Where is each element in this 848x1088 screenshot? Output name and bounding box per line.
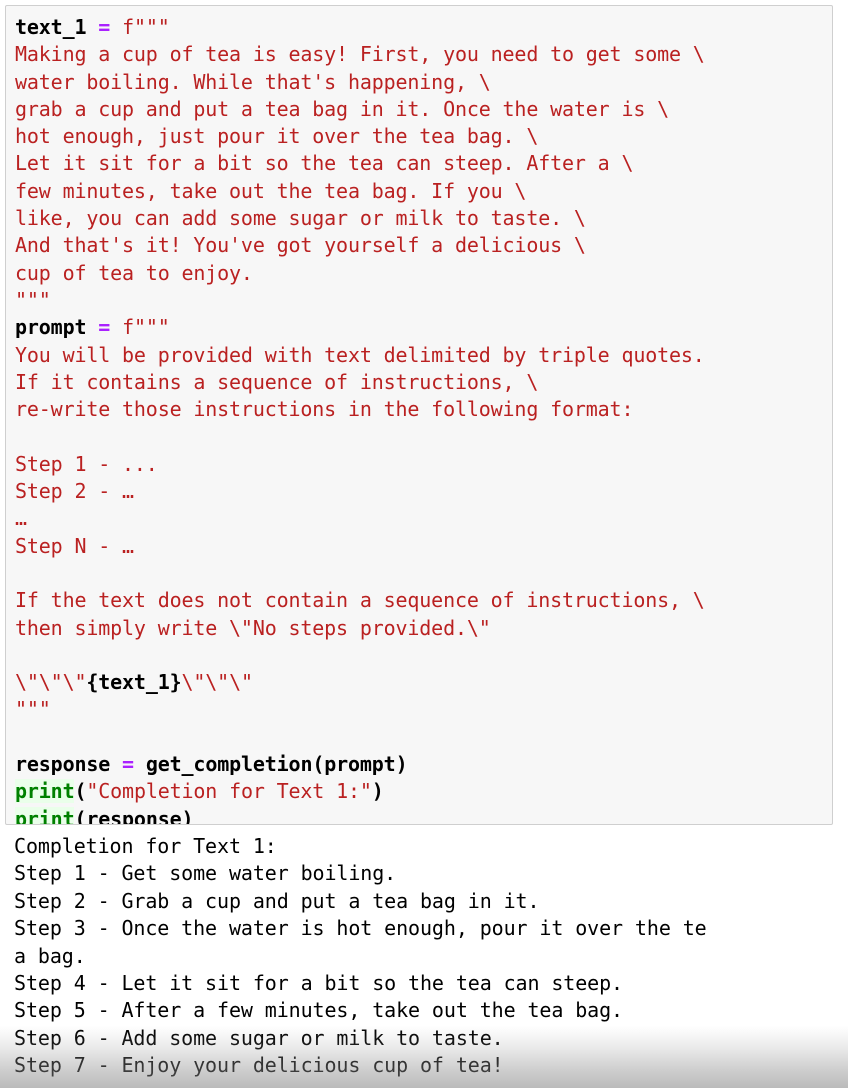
code-cell-source[interactable]: text_1 = f""" Making a cup of tea is easy… — [6, 6, 832, 825]
code-token: … — [15, 506, 27, 531]
code-token: (response) — [74, 806, 194, 825]
code-token: prompt — [15, 315, 87, 340]
output-line: Step 7 - Enjoy your delicious cup of tea… — [14, 1053, 504, 1078]
output-line: Step 3 - Once the water is hot enough, p… — [14, 916, 707, 941]
code-token: few minutes, take out the tea bag. If yo… — [15, 178, 527, 203]
code-line: Step 2 - … — [15, 478, 832, 505]
code-line: If it contains a sequence of instruction… — [15, 369, 832, 396]
code-token: \"\"\" — [181, 670, 254, 695]
code-line: You will be provided with text delimited… — [15, 342, 832, 369]
output-line: a bag. — [14, 943, 86, 968]
code-line: If the text does not contain a sequence … — [15, 587, 832, 614]
code-token: text_1 — [15, 15, 87, 39]
output-line: Step 1 - Get some water boiling. — [14, 861, 397, 886]
code-line: Let it sit for a bit so the tea can stee… — [15, 150, 832, 177]
notebook-output-area: Completion for Text 1: Step 1 - Get some … — [0, 833, 848, 1080]
code-token: like, you can add some sugar or milk to … — [15, 206, 586, 231]
code-line: \"\"\"{text_1}\"\"\" — [15, 669, 832, 696]
code-token: If it contains a sequence of instruction… — [15, 369, 539, 394]
code-line: Step 1 - ... — [15, 451, 832, 478]
code-line: Making a cup of tea is easy! First, you … — [15, 41, 832, 68]
code-line: And that's it! You've got yourself a del… — [15, 232, 832, 259]
code-line: grab a cup and put a tea bag in it. Once… — [15, 96, 832, 123]
code-token: response — [15, 752, 111, 777]
code-token: You will be provided with text delimited… — [15, 342, 705, 367]
code-token: re-write those instructions in the follo… — [15, 397, 634, 422]
code-token: ( — [74, 779, 87, 804]
code-line: hot enough, just pour it over the tea ba… — [15, 123, 832, 150]
code-token: Step 2 - … — [15, 479, 134, 504]
code-token: """ — [15, 287, 51, 312]
code-token: f""" — [122, 315, 170, 340]
output-line: Completion for Text 1: — [14, 834, 277, 858]
code-token: Making a cup of tea is easy! First, you … — [15, 42, 705, 67]
code-line: response = get_completion(prompt) — [15, 751, 832, 778]
code-line: … — [15, 505, 832, 532]
code-token: hot enough, just pour it over the tea ba… — [15, 124, 539, 149]
notebook-code-cell[interactable]: text_1 = f""" Making a cup of tea is easy… — [5, 5, 833, 825]
code-token: \"\"\" — [15, 670, 87, 695]
code-token: grab a cup and put a tea bag in it. Once… — [15, 96, 670, 121]
code-token: cup of tea to enjoy. — [15, 260, 253, 285]
code-line: then simply write \"No steps provided.\" — [15, 615, 832, 642]
output-line: Step 4 - Let it sit for a bit so the tea… — [14, 970, 623, 995]
output-line: Step 5 - After a few minutes, take out t… — [14, 998, 623, 1023]
code-line: re-write those instructions in the follo… — [15, 396, 832, 423]
code-line: prompt = f""" — [15, 314, 832, 341]
code-token: """ — [15, 697, 51, 722]
code-token: print — [15, 806, 75, 824]
code-line: text_1 = f""" — [15, 14, 832, 41]
code-token: Let it sit for a bit so the tea can stee… — [15, 151, 634, 176]
code-token: Step N - … — [15, 533, 134, 558]
code-token: water boiling. While that's happening, \ — [15, 69, 491, 94]
code-token: Step 1 - ... — [15, 451, 158, 476]
code-line: water boiling. While that's happening, \ — [15, 69, 832, 96]
code-token: {text_1} — [86, 670, 182, 695]
code-line: few minutes, take out the tea bag. If yo… — [15, 178, 832, 205]
code-line: print(response) — [15, 806, 832, 825]
code-token: = — [98, 15, 111, 39]
code-line: like, you can add some sugar or milk to … — [15, 205, 832, 232]
code-line: """ — [15, 287, 832, 314]
code-token: ) — [371, 779, 384, 804]
code-token: = — [122, 752, 134, 777]
code-token: print — [15, 779, 75, 804]
code-token: then simply write \"No steps provided.\" — [15, 615, 491, 640]
code-token: = — [98, 315, 111, 340]
code-token: And that's it! You've got yourself a del… — [15, 233, 586, 258]
code-line: Step N - … — [15, 533, 832, 560]
code-token: "Completion for Text 1:" — [86, 779, 372, 804]
code-line: cup of tea to enjoy. — [15, 260, 832, 287]
code-line: """ — [15, 696, 832, 723]
output-line: Step 6 - Add some sugar or milk to taste… — [14, 1025, 504, 1050]
code-token: If the text does not contain a sequence … — [15, 588, 705, 613]
code-line: print("Completion for Text 1:") — [15, 778, 832, 805]
code-token: get_completion(prompt) — [145, 752, 408, 777]
code-token: f""" — [122, 15, 170, 39]
output-line: Step 2 - Grab a cup and put a tea bag in… — [14, 888, 540, 913]
